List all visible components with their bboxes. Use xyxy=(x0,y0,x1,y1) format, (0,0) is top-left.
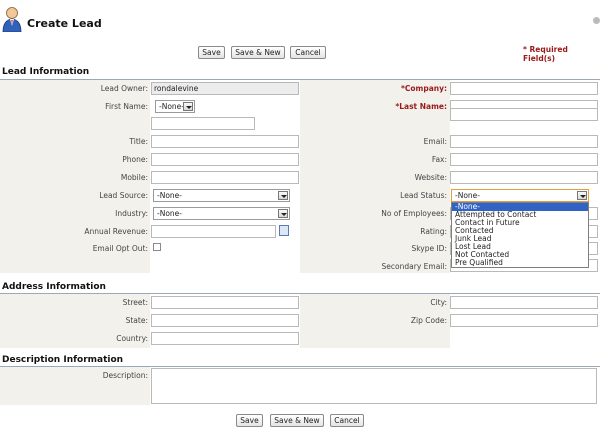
zip-code-label: Zip Code: xyxy=(410,316,447,325)
page-title: Create Lead xyxy=(27,17,102,30)
lead-owner-label: Lead Owner: xyxy=(100,84,148,93)
state-input[interactable] xyxy=(151,314,299,327)
gear-icon[interactable] xyxy=(593,17,600,24)
lead-status-value: -None- xyxy=(455,191,480,200)
company-label: *Company: xyxy=(400,84,447,93)
lead-status-dropdown-list[interactable]: -None- Attempted to Contact Contact in F… xyxy=(451,202,589,268)
save-button-top[interactable]: Save xyxy=(198,46,225,59)
first-name-label: First Name: xyxy=(105,102,148,111)
website-label: Website: xyxy=(414,173,447,182)
company-input[interactable] xyxy=(450,82,598,95)
secondary-email-label: Secondary Email: xyxy=(381,262,447,271)
section-address-information: Address Information xyxy=(2,282,106,292)
country-input[interactable] xyxy=(151,332,299,345)
country-label: Country: xyxy=(116,334,148,343)
lead-status-option[interactable]: Pre Qualified xyxy=(452,259,588,267)
email-input[interactable] xyxy=(450,135,598,148)
lead-owner-field[interactable]: rondalevine xyxy=(151,82,299,95)
lead-status-label: Lead Status: xyxy=(400,191,447,200)
last-name-label: *Last Name: xyxy=(395,102,447,111)
section-lead-information: Lead Information xyxy=(2,67,90,77)
annual-revenue-label: Annual Revenue: xyxy=(84,227,148,236)
chevron-down-icon xyxy=(577,191,587,200)
cancel-button-top[interactable]: Cancel xyxy=(290,46,326,59)
skype-id-label: Skype ID: xyxy=(411,244,447,253)
state-label: State: xyxy=(125,316,148,325)
industry-value: -None- xyxy=(157,209,182,218)
fax-label: Fax: xyxy=(431,155,447,164)
lead-source-label: Lead Source: xyxy=(99,191,148,200)
save-new-button-top[interactable]: Save & New xyxy=(231,46,285,59)
street-label: Street: xyxy=(122,298,148,307)
required-note: * Required Field(s) xyxy=(523,45,568,63)
rating-label: Rating: xyxy=(420,227,447,236)
last-name-input-extra[interactable] xyxy=(450,108,598,121)
title-label: Title: xyxy=(129,137,148,146)
lead-source-select[interactable]: -None- xyxy=(153,189,290,202)
email-opt-out-label: Email Opt Out: xyxy=(92,244,148,253)
lead-avatar-icon xyxy=(2,6,22,33)
annual-revenue-input[interactable] xyxy=(151,225,276,238)
street-input[interactable] xyxy=(151,296,299,309)
first-name-input[interactable] xyxy=(151,117,255,130)
section-description-information: Description Information xyxy=(2,355,124,365)
description-textarea[interactable] xyxy=(151,368,597,404)
mobile-input[interactable] xyxy=(151,171,299,184)
title-input[interactable] xyxy=(151,135,299,148)
employees-label: No of Employees: xyxy=(381,209,447,218)
industry-label: Industry: xyxy=(115,209,148,218)
save-new-button-bottom[interactable]: Save & New xyxy=(270,414,324,427)
chevron-down-icon xyxy=(278,209,288,218)
phone-label: Phone: xyxy=(122,155,148,164)
phone-input[interactable] xyxy=(151,153,299,166)
cancel-button-bottom[interactable]: Cancel xyxy=(330,414,364,427)
calculator-icon[interactable] xyxy=(279,225,289,236)
city-input[interactable] xyxy=(450,296,598,309)
lead-source-value: -None- xyxy=(157,191,182,200)
zip-code-input[interactable] xyxy=(450,314,598,327)
email-opt-out-checkbox[interactable] xyxy=(153,243,161,251)
fax-input[interactable] xyxy=(450,153,598,166)
mobile-label: Mobile: xyxy=(120,173,148,182)
salutation-select[interactable]: -None- xyxy=(155,100,195,113)
chevron-down-icon xyxy=(278,191,288,200)
lead-status-select[interactable]: -None- xyxy=(451,189,589,202)
description-label: Description: xyxy=(102,371,148,380)
chevron-down-icon xyxy=(183,102,193,111)
save-button-bottom[interactable]: Save xyxy=(236,414,263,427)
salutation-value: -None- xyxy=(159,102,184,111)
city-label: City: xyxy=(430,298,447,307)
industry-select[interactable]: -None- xyxy=(153,207,290,220)
email-label: Email: xyxy=(423,137,447,146)
website-input[interactable] xyxy=(450,171,598,184)
